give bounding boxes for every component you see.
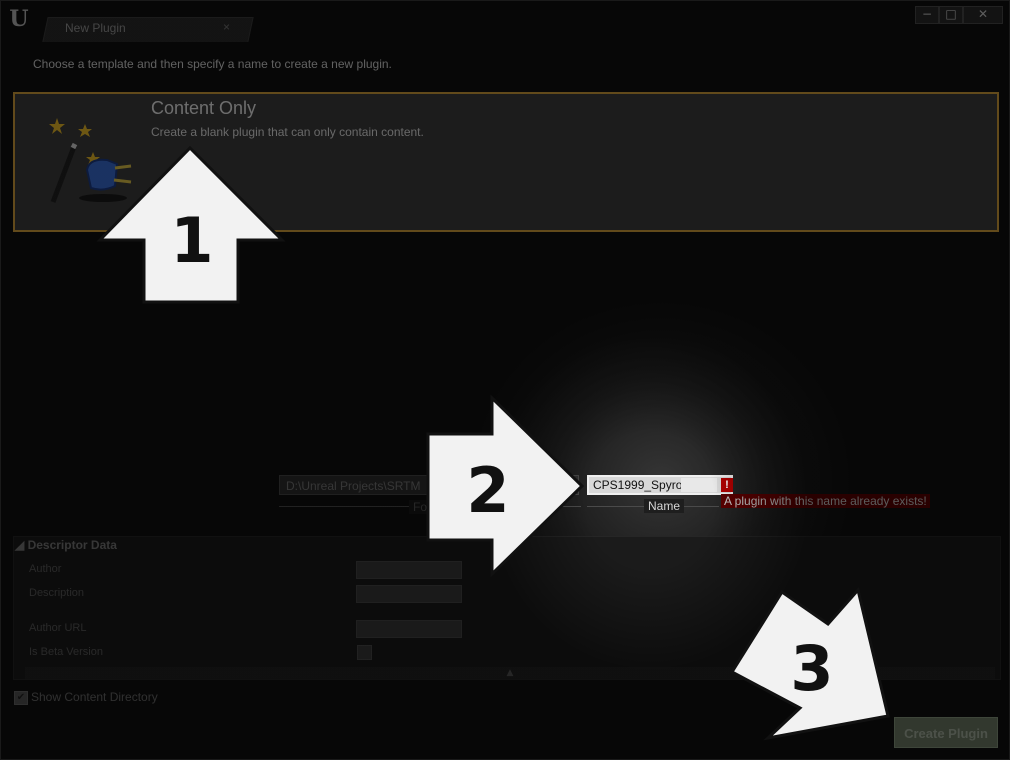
annotation-arrow-3: 3: [729, 586, 890, 741]
annotation-label-1: 1: [170, 204, 213, 277]
annotation-arrow-2: 2: [426, 394, 585, 578]
annotation-arrow-1: 1: [96, 145, 286, 304]
annotation-label-2: 2: [466, 454, 509, 527]
tutorial-annotations: 1 2 3: [96, 145, 890, 741]
annotation-label-3: 3: [790, 632, 833, 705]
